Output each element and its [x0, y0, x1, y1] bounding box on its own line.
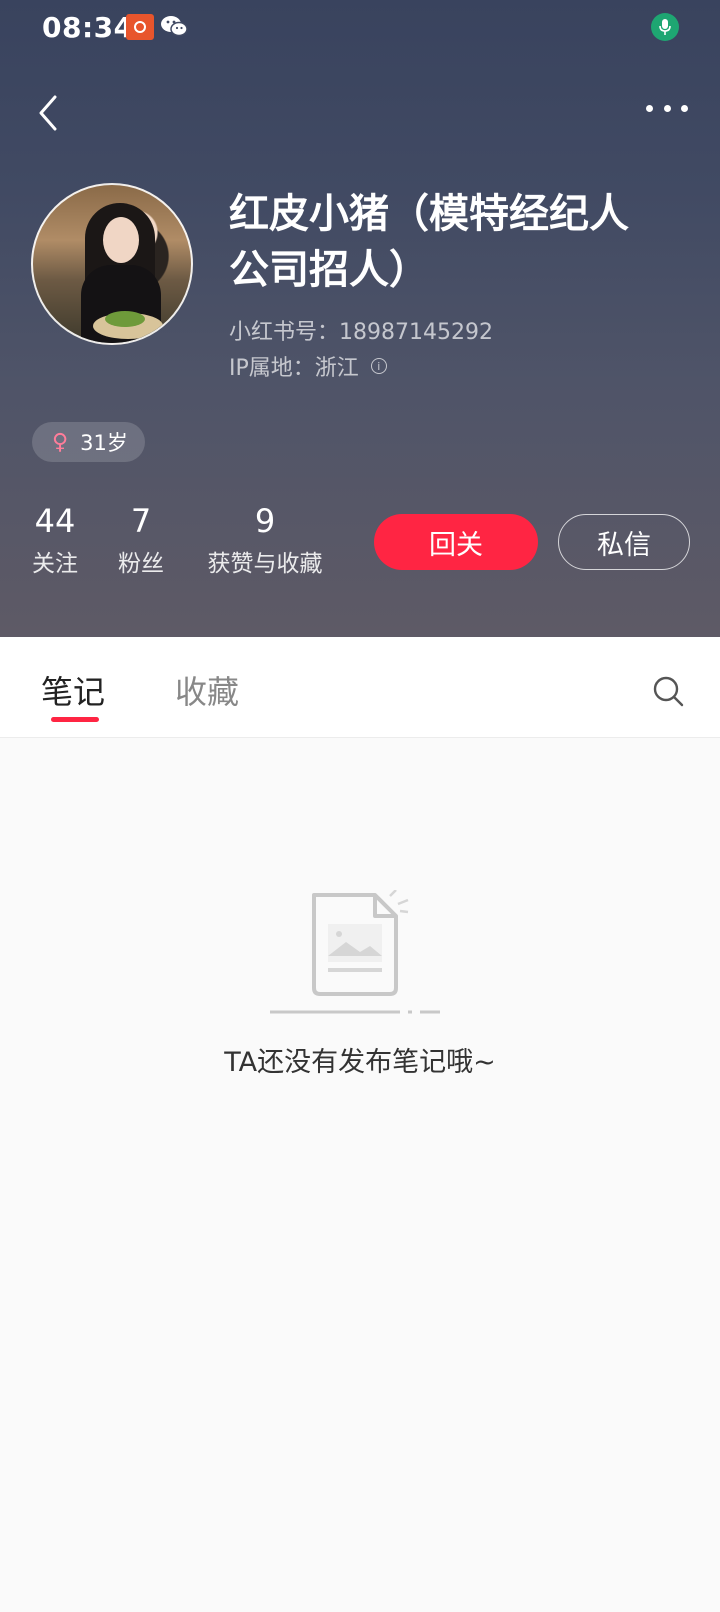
stat-likes[interactable]: 9 获赞与收藏: [200, 500, 330, 578]
status-time: 08:34: [42, 11, 134, 44]
back-arrow-icon: [39, 95, 57, 131]
wechat-icon: [161, 16, 188, 37]
age-badge: ♀ 31岁: [32, 422, 145, 462]
ip-location-text: IP属地：浙江: [229, 356, 359, 381]
xhs-id: 小红书号：18987145292: [229, 320, 493, 345]
back-button[interactable]: [26, 88, 70, 138]
search-icon[interactable]: [652, 675, 684, 707]
message-button[interactable]: 私信: [558, 514, 690, 570]
stat-followers[interactable]: 7 粉丝: [114, 500, 168, 578]
tab-notes[interactable]: 笔记: [41, 667, 105, 713]
tab-collections[interactable]: 收藏: [175, 667, 239, 713]
stat-following[interactable]: 44 关注: [30, 500, 80, 578]
empty-state-message: TA还没有发布笔记哦~: [224, 1047, 496, 1078]
info-icon[interactable]: i: [370, 358, 387, 374]
age-text: 31岁: [80, 431, 128, 455]
profile-header: 08:34 红皮小猪（模特经纪人公司招人） 小红书号：18987145292 I…: [0, 0, 720, 637]
following-label: 关注: [32, 551, 78, 577]
app-notification-icon: [126, 14, 154, 40]
female-icon: ♀: [52, 429, 69, 455]
follow-back-button[interactable]: 回关: [374, 514, 538, 570]
ip-location: IP属地：浙江 i: [229, 350, 387, 382]
microphone-icon: [651, 13, 679, 41]
followers-count: 7: [130, 502, 152, 540]
more-dots-icon: [646, 104, 653, 112]
likes-count: 9: [254, 502, 276, 540]
followers-label: 粉丝: [118, 551, 164, 577]
status-bar: 08:34: [0, 0, 720, 52]
following-count: 44: [34, 502, 76, 540]
likes-label: 获赞与收藏: [207, 551, 323, 577]
active-tab-indicator: [51, 717, 99, 722]
empty-notes-icon: [270, 890, 440, 1014]
username: 红皮小猪（模特经纪人公司招人）: [229, 191, 629, 293]
more-button[interactable]: [640, 88, 694, 128]
avatar[interactable]: [31, 183, 193, 345]
tabs-bar: 笔记 收藏: [0, 637, 720, 738]
